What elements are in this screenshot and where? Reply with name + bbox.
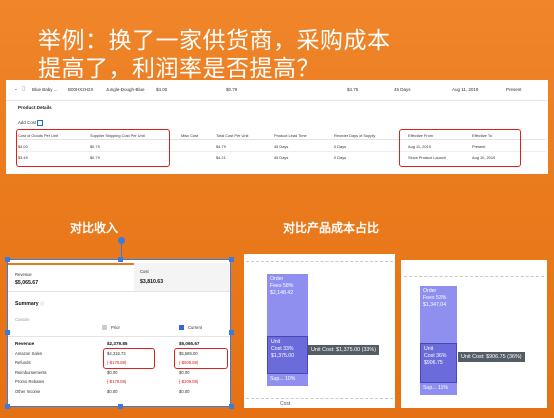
col-header-reorder: Reorder Days of Supply <box>334 133 376 138</box>
highlight-effective-columns <box>399 129 521 167</box>
chart1-segment-supplier[interactable]: Sup... 10% <box>267 374 308 386</box>
chart2-unit-cost-percent: 36% <box>436 353 447 359</box>
row1-total: $4.79 <box>216 144 226 149</box>
chart1-segment-unit-cost[interactable]: Unit Cost 33% $1,375.00 <box>267 336 308 374</box>
chart2-segment-order-fees[interactable]: Order Fees 53% $1,347.04 <box>420 286 457 343</box>
product-price: $4.00 <box>156 87 168 92</box>
row2-total: $4.21 <box>216 155 226 160</box>
chart1-tooltip: Unit Cost: $1,375.00 (33%) <box>308 345 380 355</box>
add-cost-button[interactable]: Add Cost <box>18 120 44 126</box>
chart2-order-fees-label: Order Fees <box>423 288 437 301</box>
resize-handle-bottom-left[interactable] <box>5 404 10 409</box>
product-status: Present <box>506 87 522 92</box>
col-header-lead: Product Lead Time <box>274 133 307 138</box>
resize-handle-top-left[interactable] <box>5 257 10 262</box>
resize-handle-right[interactable] <box>229 330 234 335</box>
chevron-down-icon[interactable]: ⌄ <box>14 86 18 92</box>
chart1-x-label: Cost <box>280 401 291 407</box>
chart1-unit-cost-percent: 33% <box>283 346 294 352</box>
chart2-order-fees-percent: 53% <box>436 295 447 301</box>
row2-lead[interactable]: 45 Days <box>274 155 288 160</box>
chart2-supplier-percent: 11% <box>438 385 449 391</box>
chart1-order-fees-percent: 58% <box>283 283 294 289</box>
resize-handle-top[interactable] <box>118 257 123 262</box>
add-cost-label: Add Cost <box>18 120 37 126</box>
product-thumbnail-icon: ▯ <box>22 86 26 92</box>
product-asin: B00HX2H2X <box>68 87 94 92</box>
product-sku: Jungle-Dough-Blue <box>106 87 145 92</box>
chart2-supplier-label: Sup... <box>423 385 437 391</box>
chart2-unit-cost-value: $906.75 <box>424 360 443 366</box>
row2-reorder[interactable]: 0 Days <box>334 155 346 160</box>
product-lead-time: 45 Days <box>394 87 411 92</box>
highlight-cost-columns <box>16 129 170 167</box>
chart1-segment-order-fees[interactable]: Order Fees 58% $2,148.42 <box>267 274 308 336</box>
product-details-panel: ⌄ ▯ Blue Baby ... B00HX2H2X Jungle-Dough… <box>6 80 548 174</box>
chart2-segment-supplier[interactable]: Sup... 11% <box>420 383 457 395</box>
chart1-order-fees-value: $2,148.42 <box>270 290 294 296</box>
slide-title: 举例：换了一家供货商，采购成本提高了，利润率是否提高？ <box>38 27 391 81</box>
chart2-unit-cost-label: Unit Cost <box>424 346 435 359</box>
section-heading-revenue: 对比收入 <box>70 221 119 235</box>
chart2-order-fees-value: $1,347.04 <box>423 302 447 308</box>
chart2-segment-unit-cost[interactable]: Unit Cost 36% $906.75 <box>420 343 457 383</box>
row1-reorder[interactable]: 0 Days <box>334 144 346 149</box>
resize-handle-bottom-right[interactable] <box>229 404 234 409</box>
col-header-misc: Misc Cost <box>181 133 199 138</box>
add-icon <box>37 120 44 126</box>
product-date: Aug 11, 2019 <box>452 87 479 92</box>
section-heading-cost-share: 对比产品成本占比 <box>283 221 380 235</box>
chart1-unit-cost-label: Unit Cost <box>271 339 282 352</box>
resize-handle-left[interactable] <box>5 330 10 335</box>
product-details-heading: Product Details <box>18 105 52 110</box>
product-value-2: $4.75 <box>347 87 359 92</box>
row1-lead[interactable]: 45 Days <box>274 144 288 149</box>
chart1-supplier-percent: 10% <box>285 376 296 382</box>
product-value-1: $0.79 <box>226 87 238 92</box>
chart1-order-fees-label: Order Fees <box>270 276 284 289</box>
chart1-supplier-label: Sup... <box>270 376 284 382</box>
chart1-unit-cost-value: $1,375.00 <box>271 353 295 359</box>
chart2-tooltip: Unit Cost: $906.75 (36%) <box>458 352 525 362</box>
resize-handle-bottom[interactable] <box>118 404 123 409</box>
resize-handle-top-right[interactable] <box>229 257 234 262</box>
product-row[interactable]: ⌄ ▯ Blue Baby ... B00HX2H2X Jungle-Dough… <box>6 80 548 101</box>
product-name[interactable]: Blue Baby ... <box>32 87 58 92</box>
image-selection-frame[interactable] <box>7 259 231 407</box>
col-header-total: Total Cost Per Unit <box>216 133 249 138</box>
